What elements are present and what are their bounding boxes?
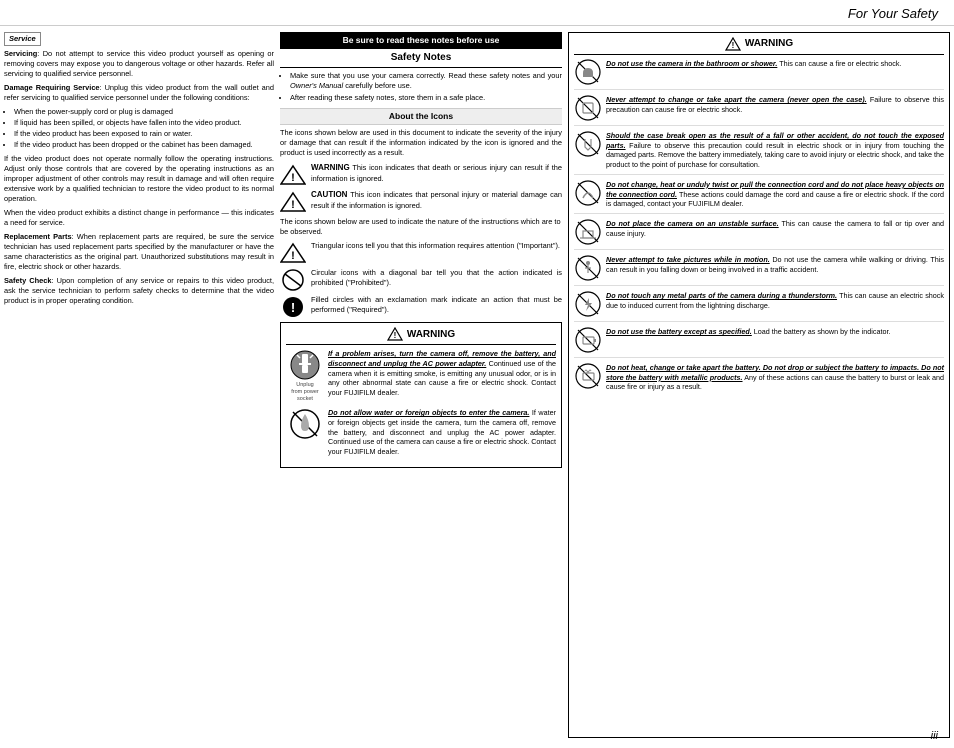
safety-check-label: Safety Check <box>4 276 52 285</box>
prohibited-circle-icon <box>280 269 306 291</box>
bathroom-text: Do not use the camera in the bathroom or… <box>606 59 944 69</box>
right-item-battery-specified: Do not use the battery except as specifi… <box>574 327 944 358</box>
svg-text:!: ! <box>291 199 295 211</box>
caution-badge: CAUTION <box>311 190 347 199</box>
bullet-3: If the video product has been exposed to… <box>14 129 274 139</box>
right-item-thunderstorm: Do not touch any metal parts of the came… <box>574 291 944 322</box>
battery-specified-icon <box>574 327 602 353</box>
about-icons-header: About the Icons <box>280 108 562 125</box>
right-item-battery-heat: Do not heat, change or take apart the ba… <box>574 363 944 396</box>
main-content: Service Servicing: Do not attempt to ser… <box>0 26 954 742</box>
warning-triangle-icon: ! <box>280 164 306 186</box>
caution-triangle-icon: ! <box>280 191 306 213</box>
safety-check-para: Safety Check: Upon completion of any ser… <box>4 276 274 306</box>
right-warning-triangle-icon: ! <box>725 37 741 51</box>
about-icons-text: The icons shown below are used in this d… <box>280 128 562 158</box>
no-touch-internal-icon <box>574 131 602 157</box>
safety-bullet-2: After reading these safety notes, store … <box>290 93 562 103</box>
svg-text:!: ! <box>731 41 734 50</box>
battery-no-heat-icon <box>574 363 602 389</box>
middle-warning-item-1: Unplugfrom powersocket If a problem aris… <box>286 349 556 402</box>
no-motion-icon <box>574 255 602 281</box>
no-water-icon-area <box>286 408 324 440</box>
bullet-4: If the video product has been dropped or… <box>14 140 274 150</box>
svg-text:!: ! <box>291 250 295 262</box>
right-warning-label: WARNING <box>745 37 793 51</box>
caution-icon-row: ! CAUTION This icon indicates that perso… <box>280 190 562 213</box>
right-item-bathroom: Do not use the camera in the bathroom or… <box>574 59 944 90</box>
right-item-unstable: Do not place the camera on an unstable s… <box>574 219 944 250</box>
no-unstable-icon <box>574 219 602 245</box>
middle-column: Be sure to read these notes before use S… <box>280 32 562 738</box>
right-item-touch-internal: Should the case break open as the result… <box>574 131 944 175</box>
required-row-text: Filled circles with an exclamation mark … <box>311 295 562 315</box>
no-bathroom-icon <box>574 59 602 85</box>
warning-icon-row: ! WARNING This icon indicates that death… <box>280 163 562 186</box>
middle-warning-box: ! WARNING Unplugfrom powersocket <box>280 322 562 467</box>
bullet-1: When the power-supply cord or plug is da… <box>14 107 274 117</box>
prohibited-row-text: Circular icons with a diagonal bar tell … <box>311 268 562 288</box>
middle-warning-item-2: Do not allow water or foreign objects to… <box>286 408 556 457</box>
middle-warning-label: WARNING <box>407 328 455 342</box>
warning-triangle-title-icon: ! <box>387 327 403 341</box>
svg-text:!: ! <box>291 172 295 184</box>
replacement-para: Replacement Parts: When replacement part… <box>4 232 274 272</box>
no-disassemble-icon <box>574 95 602 121</box>
unplug-icon <box>289 349 321 381</box>
right-warning-box: ! WARNING Do not use the camera in the b… <box>568 32 950 738</box>
right-column: ! WARNING Do not use the camera in the b… <box>568 32 950 738</box>
right-item-disassemble: Never attempt to change or take apart th… <box>574 95 944 126</box>
no-water-warning-text: Do not allow water or foreign objects to… <box>328 408 556 457</box>
important-triangle-icon: ! <box>280 242 306 264</box>
service-label: Service <box>4 32 41 46</box>
nature-text: The icons shown below are used to indica… <box>280 217 562 237</box>
battery-specified-text: Do not use the battery except as specifi… <box>606 327 944 337</box>
warning-row-text: WARNING This icon indicates that death o… <box>311 163 562 184</box>
bullet-2: If liquid has been spilled, or objects h… <box>14 118 274 128</box>
motion-text: Never attempt to take pictures while in … <box>606 255 944 274</box>
required-circle-icon: ! <box>280 296 306 318</box>
servicing-label: Servicing <box>4 49 37 58</box>
header-title: For Your Safety <box>848 6 938 21</box>
cord-text: Do not change, heat or unduly twist or p… <box>606 180 944 209</box>
unplug-warning-text: If a problem arises, turn the camera off… <box>328 349 556 398</box>
damage-followup: If the video product does not operate no… <box>4 154 274 204</box>
important-icon-row: ! Triangular icons tell you that this in… <box>280 241 562 264</box>
unplug-icon-label: Unplugfrom powersocket <box>291 382 319 402</box>
servicing-para: Servicing: Do not attempt to service thi… <box>4 49 274 79</box>
unstable-text: Do not place the camera on an unstable s… <box>606 219 944 238</box>
left-column: Service Servicing: Do not attempt to ser… <box>4 32 274 738</box>
middle-warning-title: ! WARNING <box>286 327 556 345</box>
touch-internal-text: Should the case break open as the result… <box>606 131 944 170</box>
required-icon-row: ! Filled circles with an exclamation mar… <box>280 295 562 318</box>
damage-label: Damage Requiring Service <box>4 83 100 92</box>
page-footer: iii <box>931 730 938 742</box>
prohibited-icon-row: Circular icons with a diagonal bar tell … <box>280 268 562 291</box>
no-water-icon <box>289 408 321 440</box>
disassemble-text: Never attempt to change or take apart th… <box>606 95 944 114</box>
right-warning-title: ! WARNING <box>574 37 944 55</box>
page-number: iii <box>931 730 938 742</box>
important-row-text: Triangular icons tell you that this info… <box>311 241 562 251</box>
safety-notes-list: Make sure that you use your camera corre… <box>290 71 562 103</box>
thunderstorm-text: Do not touch any metal parts of the came… <box>606 291 944 310</box>
page-header: For Your Safety <box>0 0 954 26</box>
performance-text: When the video product exhibits a distin… <box>4 208 274 228</box>
damage-bullets: When the power-supply cord or plug is da… <box>14 107 274 150</box>
caution-row-text: CAUTION This icon indicates that persona… <box>311 190 562 211</box>
svg-text:!: ! <box>393 331 396 340</box>
read-notes-header: Be sure to read these notes before use <box>280 32 562 49</box>
unplug-icon-area: Unplugfrom powersocket <box>286 349 324 402</box>
safety-notes-header: Safety Notes <box>280 51 562 68</box>
no-cord-icon <box>574 180 602 206</box>
warning-badge: WARNING <box>311 163 350 172</box>
safety-bullet-1: Make sure that you use your camera corre… <box>290 71 562 91</box>
replacement-label: Replacement Parts <box>4 232 72 241</box>
svg-text:!: ! <box>291 300 295 315</box>
right-item-motion: Never attempt to take pictures while in … <box>574 255 944 286</box>
damage-para: Damage Requiring Service: Unplug this vi… <box>4 83 274 103</box>
right-item-cord: Do not change, heat or unduly twist or p… <box>574 180 944 214</box>
battery-heat-text: Do not heat, change or take apart the ba… <box>606 363 944 392</box>
no-thunderstorm-icon <box>574 291 602 317</box>
